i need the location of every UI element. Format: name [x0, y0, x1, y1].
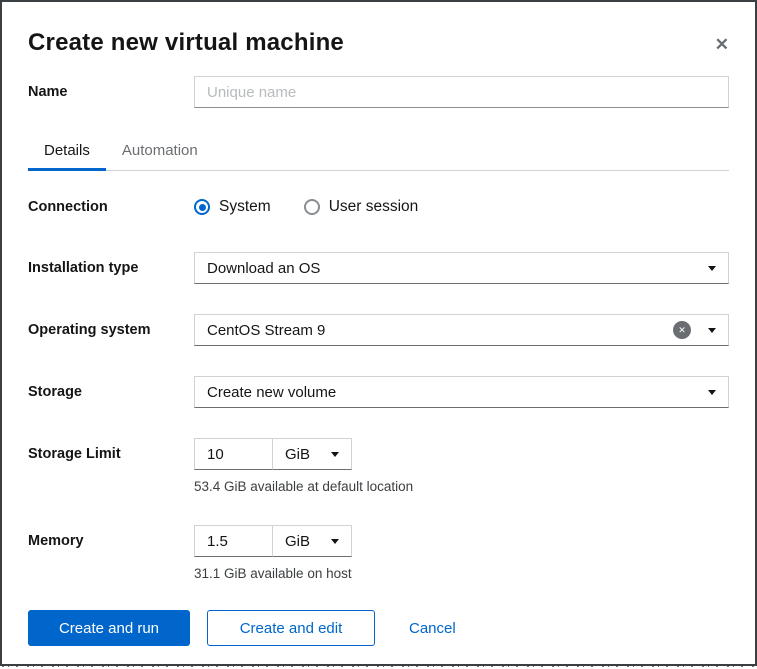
- storage-limit-helper-row: 53.4 GiB available at default location: [194, 478, 729, 496]
- memory-group: Memory GiB 31.1 GiB available on host: [28, 496, 729, 583]
- installation-type-label: Installation type: [28, 260, 139, 276]
- operating-system-label: Operating system: [28, 322, 151, 338]
- memory-unit-select[interactable]: GiB: [272, 525, 352, 557]
- memory-helper-text: 31.1 GiB available on host: [194, 566, 352, 581]
- background-page-sliver: [2, 664, 757, 667]
- storage-limit-unit-select[interactable]: GiB: [272, 438, 352, 470]
- dialog-footer: Create and run Create and edit Cancel: [28, 610, 729, 646]
- radio-user-session[interactable]: User session: [303, 198, 419, 216]
- cancel-button[interactable]: Cancel: [409, 610, 456, 646]
- memory-row: Memory GiB: [28, 525, 729, 557]
- name-input[interactable]: [194, 76, 729, 108]
- installation-type-row: Installation type Download an OS: [28, 252, 729, 284]
- storage-limit-label: Storage Limit: [28, 446, 121, 462]
- chevron-down-icon: [331, 538, 339, 544]
- storage-limit-unit-value: GiB: [285, 445, 311, 463]
- operating-system-row: Operating system CentOS Stream 9 ✕: [28, 314, 729, 346]
- installation-type-value: Download an OS: [207, 259, 321, 277]
- radio-system-label: System: [219, 198, 271, 215]
- operating-system-value: CentOS Stream 9: [207, 321, 326, 339]
- storage-limit-helper-text: 53.4 GiB available at default location: [194, 479, 414, 494]
- storage-limit-input[interactable]: [194, 438, 272, 470]
- memory-unit-value: GiB: [285, 532, 311, 550]
- chevron-down-icon: [708, 389, 716, 395]
- close-icon: ✕: [714, 35, 729, 54]
- connection-row: Connection System User session: [28, 198, 729, 216]
- connection-label: Connection: [28, 199, 108, 215]
- memory-input[interactable]: [194, 525, 272, 557]
- storage-label: Storage: [28, 384, 82, 400]
- close-button[interactable]: ✕: [711, 34, 733, 55]
- operating-system-select[interactable]: CentOS Stream 9 ✕: [194, 314, 729, 346]
- create-and-run-button[interactable]: Create and run: [28, 610, 190, 646]
- radio-selected-icon: [194, 199, 210, 215]
- memory-label: Memory: [28, 533, 84, 549]
- tab-details[interactable]: Details: [28, 141, 106, 171]
- radio-user-session-label: User session: [328, 198, 419, 215]
- clear-selection-icon[interactable]: ✕: [673, 321, 691, 339]
- storage-limit-group: Storage Limit GiB 53.4 GiB available at …: [28, 408, 729, 496]
- storage-value: Create new volume: [207, 383, 337, 401]
- create-and-edit-button[interactable]: Create and edit: [207, 610, 375, 646]
- radio-system[interactable]: System: [194, 198, 271, 216]
- memory-helper-row: 31.1 GiB available on host: [194, 565, 729, 583]
- name-row: Name: [28, 76, 729, 108]
- create-vm-dialog: Create new virtual machine ✕ Name Detail…: [0, 0, 757, 667]
- tab-automation[interactable]: Automation: [106, 141, 214, 170]
- installation-type-select[interactable]: Download an OS: [194, 252, 729, 284]
- radio-unselected-icon: [303, 199, 320, 215]
- tab-bar: Details Automation: [28, 141, 729, 171]
- storage-row: Storage Create new volume: [28, 376, 729, 408]
- storage-limit-row: Storage Limit GiB: [28, 438, 729, 470]
- name-label: Name: [28, 84, 68, 100]
- page-title: Create new virtual machine: [28, 29, 344, 56]
- chevron-down-icon: [331, 451, 339, 457]
- dialog-header: Create new virtual machine ✕: [28, 28, 729, 58]
- storage-select[interactable]: Create new volume: [194, 376, 729, 408]
- chevron-down-icon: [708, 265, 716, 271]
- chevron-down-icon: [708, 327, 716, 333]
